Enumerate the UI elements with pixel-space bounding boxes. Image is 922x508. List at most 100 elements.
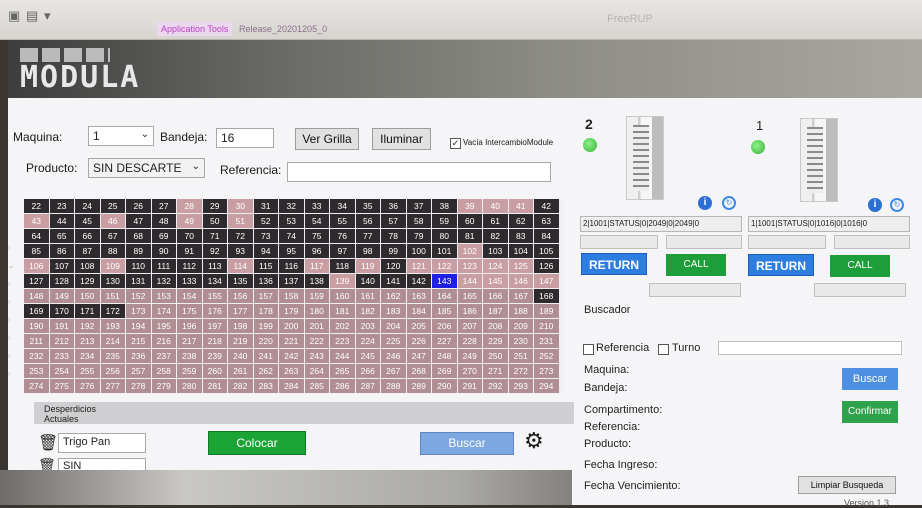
grid-cell-74[interactable]: 74 [279,229,304,243]
grid-cell-84[interactable]: 84 [534,229,559,243]
grid-cell-261[interactable]: 261 [228,364,253,378]
grid-cell-85[interactable]: 85 [24,244,49,258]
grid-cell-165[interactable]: 165 [457,289,482,303]
grid-cell-50[interactable]: 50 [202,214,227,228]
bandeja-input[interactable]: 16 [216,128,274,148]
grid-cell-88[interactable]: 88 [100,244,125,258]
grid-cell-247[interactable]: 247 [406,349,431,363]
maquina-select[interactable]: 1 ⌄ [88,126,154,146]
grid-cell-246[interactable]: 246 [381,349,406,363]
machine-1-return-button[interactable]: RETURN [748,254,814,276]
grid-cell-104[interactable]: 104 [508,244,533,258]
grid-cell-291[interactable]: 291 [457,379,482,393]
grid-cell-177[interactable]: 177 [228,304,253,318]
grid-cell-231[interactable]: 231 [534,334,559,348]
grid-cell-182[interactable]: 182 [355,304,380,318]
grid-cell-213[interactable]: 213 [75,334,100,348]
grid-cell-77[interactable]: 77 [355,229,380,243]
grid-cell-263[interactable]: 263 [279,364,304,378]
grid-cell-116[interactable]: 116 [279,259,304,273]
grid-cell-78[interactable]: 78 [381,229,406,243]
grid-cell-164[interactable]: 164 [432,289,457,303]
grid-cell-121[interactable]: 121 [406,259,431,273]
grid-cell-63[interactable]: 63 [534,214,559,228]
grid-cell-26[interactable]: 26 [126,199,151,213]
grid-cell-58[interactable]: 58 [406,214,431,228]
grid-cell-106[interactable]: 106 [24,259,49,273]
grid-cell-62[interactable]: 62 [508,214,533,228]
grid-cell-188[interactable]: 188 [508,304,533,318]
grid-cell-70[interactable]: 70 [177,229,202,243]
grid-cell-107[interactable]: 107 [49,259,74,273]
grid-cell-161[interactable]: 161 [355,289,380,303]
grid-cell-243[interactable]: 243 [304,349,329,363]
grid-cell-71[interactable]: 71 [202,229,227,243]
grid-cell-293[interactable]: 293 [508,379,533,393]
grid-cell-268[interactable]: 268 [406,364,431,378]
grid-cell-232[interactable]: 232 [24,349,49,363]
machine-1-call-button[interactable]: CALL [830,255,890,277]
grid-cell-187[interactable]: 187 [483,304,508,318]
save-icon[interactable]: ▤ [26,8,42,24]
grid-cell-144[interactable]: 144 [457,274,482,288]
grid-cell-160[interactable]: 160 [330,289,355,303]
colocar-button[interactable]: Colocar [208,431,306,455]
grid-cell-59[interactable]: 59 [432,214,457,228]
grid-cell-172[interactable]: 172 [100,304,125,318]
grid-cell-175[interactable]: 175 [177,304,202,318]
grid-cell-156[interactable]: 156 [228,289,253,303]
grid-cell-207[interactable]: 207 [457,319,482,333]
grid-cell-279[interactable]: 279 [151,379,176,393]
qat-dropdown-icon[interactable]: ▾ [44,8,60,24]
grid-cell-198[interactable]: 198 [228,319,253,333]
grid-cell-179[interactable]: 179 [279,304,304,318]
grid-cell-281[interactable]: 281 [202,379,227,393]
grid-cell-211[interactable]: 211 [24,334,49,348]
grid-cell-146[interactable]: 146 [508,274,533,288]
application-tools-tab[interactable]: Application Tools [157,22,233,36]
grid-cell-134[interactable]: 134 [202,274,227,288]
grid-cell-272[interactable]: 272 [508,364,533,378]
refresh-icon[interactable]: ↻ [722,196,736,210]
waste-item-1[interactable]: Trigo Pan [58,433,146,453]
grid-cell-197[interactable]: 197 [202,319,227,333]
grid-cell-212[interactable]: 212 [49,334,74,348]
grid-cell-44[interactable]: 44 [49,214,74,228]
grid-cell-97[interactable]: 97 [330,244,355,258]
grid-cell-233[interactable]: 233 [49,349,74,363]
grid-cell-140[interactable]: 140 [355,274,380,288]
grid-cell-148[interactable]: 148 [24,289,49,303]
grid-cell-149[interactable]: 149 [49,289,74,303]
grid-cell-249[interactable]: 249 [457,349,482,363]
grid-cell-145[interactable]: 145 [483,274,508,288]
grid-cell-238[interactable]: 238 [177,349,202,363]
iluminar-button[interactable]: Iluminar [372,128,431,150]
grid-cell-215[interactable]: 215 [126,334,151,348]
grid-cell-36[interactable]: 36 [381,199,406,213]
grid-cell-286[interactable]: 286 [330,379,355,393]
grid-cell-32[interactable]: 32 [279,199,304,213]
grid-cell-292[interactable]: 292 [483,379,508,393]
grid-cell-52[interactable]: 52 [253,214,278,228]
grid-cell-157[interactable]: 157 [253,289,278,303]
grid-cell-169[interactable]: 169 [24,304,49,318]
grid-cell-119[interactable]: 119 [355,259,380,273]
grid-cell-112[interactable]: 112 [177,259,202,273]
grid-cell-42[interactable]: 42 [534,199,559,213]
grid-cell-267[interactable]: 267 [381,364,406,378]
grid-cell-248[interactable]: 248 [432,349,457,363]
grid-cell-37[interactable]: 37 [406,199,431,213]
grid-cell-180[interactable]: 180 [304,304,329,318]
grid-cell-38[interactable]: 38 [432,199,457,213]
buscar-waste-button[interactable]: Buscar [420,432,514,455]
grid-cell-86[interactable]: 86 [49,244,74,258]
grid-cell-68[interactable]: 68 [126,229,151,243]
grid-cell-271[interactable]: 271 [483,364,508,378]
grid-cell-203[interactable]: 203 [355,319,380,333]
grid-cell-225[interactable]: 225 [381,334,406,348]
grid-cell-147[interactable]: 147 [534,274,559,288]
grid-cell-117[interactable]: 117 [304,259,329,273]
grid-cell-98[interactable]: 98 [355,244,380,258]
grid-cell-124[interactable]: 124 [483,259,508,273]
grid-cell-60[interactable]: 60 [457,214,482,228]
